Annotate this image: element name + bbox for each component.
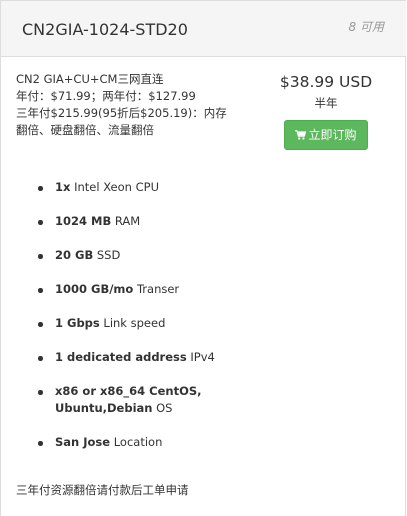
product-title: CN2GIA-1024-STD20 <box>22 20 188 39</box>
product-description: CN2 GIA+CU+CM三网直连 年付：$71.99；两年付：$127.99 … <box>16 71 241 139</box>
feature-ipv4: 1 dedicated address IPv4 <box>1 349 406 366</box>
product-card: CN2GIA-1024-STD20 8 可用 CN2 GIA+CU+CM三网直连… <box>0 0 406 516</box>
feature-link-speed: 1 Gbps Link speed <box>1 315 406 332</box>
footer-note: 三年付资源翻倍请付款后工单申请 <box>16 483 189 497</box>
card-header: CN2GIA-1024-STD20 8 可用 <box>1 0 406 57</box>
description-line: 翻倍、硬盘翻倍、流量翻倍 <box>16 123 154 137</box>
availability-count: 8 可用 <box>348 20 384 34</box>
feature-cpu: 1x Intel Xeon CPU <box>1 179 406 196</box>
order-button-label: 立即订购 <box>308 128 357 142</box>
description-line: 年付：$71.99；两年付：$127.99 <box>16 89 196 103</box>
feature-ram: 1024 MB RAM <box>1 213 406 230</box>
feature-bandwidth: 1000 GB/mo Transer <box>1 281 406 298</box>
price-box: $38.99 USD 半年 <box>271 72 381 111</box>
billing-cycle: 半年 <box>314 96 338 110</box>
description-line: CN2 GIA+CU+CM三网直连 <box>16 72 164 86</box>
feature-os: x86 or x86_64 CentOS, Ubuntu,Debian OS <box>1 383 406 417</box>
description-line: 三年付$215.99(95折后$205.19)：内存 <box>16 106 227 120</box>
price: $38.99 USD <box>279 73 373 91</box>
feature-list: 1x Intel Xeon CPU 1024 MB RAM 20 GB SSD … <box>1 179 406 468</box>
order-now-button[interactable]: 立即订购 <box>284 120 368 150</box>
feature-disk: 20 GB SSD <box>1 247 406 264</box>
shopping-cart-icon <box>295 130 307 140</box>
feature-location: San Jose Location <box>1 434 406 451</box>
